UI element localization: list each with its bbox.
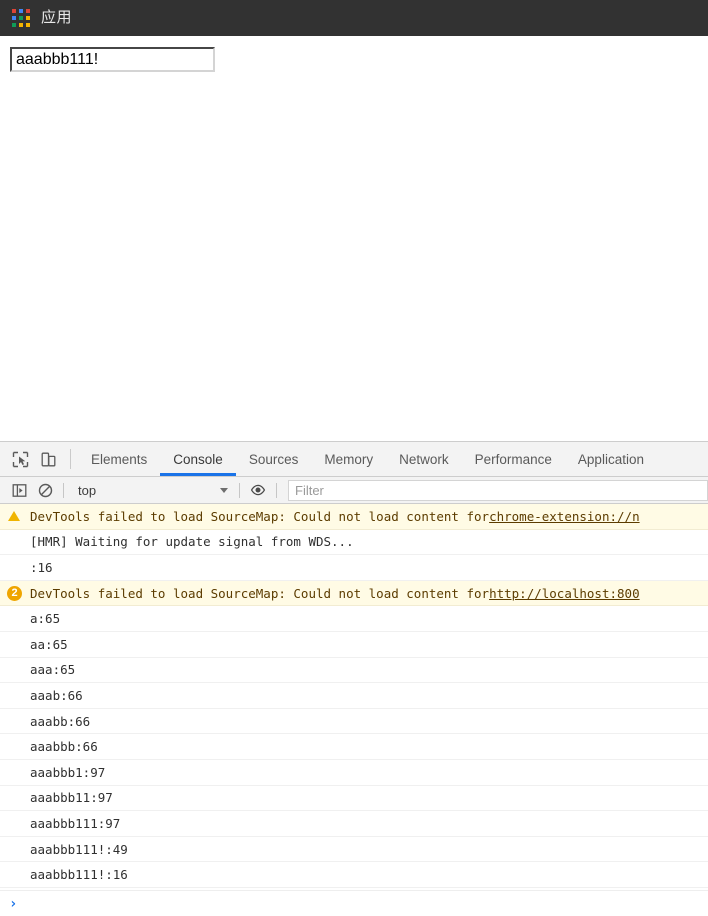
console-message-row[interactable]: aaab:66: [0, 683, 708, 709]
console-message-row[interactable]: 2 DevTools failed to load SourceMap: Coul…: [0, 580, 708, 607]
device-toolbar-icon: [41, 452, 55, 466]
inspect-element-icon: [12, 451, 28, 467]
console-message-row[interactable]: aaabbb11:97: [0, 786, 708, 812]
toolbar-divider: [70, 449, 71, 469]
apps-shortcut[interactable]: 应用: [0, 4, 80, 32]
apps-grid-cell-0: [12, 9, 16, 13]
prompt-caret-icon: ›: [9, 895, 18, 912]
console-message-row[interactable]: a:65: [0, 606, 708, 632]
device-toolbar-button[interactable]: [34, 442, 62, 476]
tab-label: Application: [577, 451, 644, 467]
page-viewport: [0, 36, 708, 441]
apps-grid-cell-3: [12, 16, 16, 20]
apps-grid-cell-2: [26, 9, 30, 13]
message-text: DevTools failed to load SourceMap: Could…: [30, 508, 490, 524]
message-text: aa:65: [30, 636, 68, 652]
console-message-row[interactable]: aaabbb1:97: [0, 760, 708, 786]
message-text: aaa:65: [30, 662, 76, 678]
apps-shortcut-label: 应用: [41, 9, 73, 26]
console-prompt-row[interactable]: ›: [0, 890, 708, 916]
apps-grid-cell-6: [12, 23, 16, 27]
clear-console-icon: [38, 483, 52, 497]
console-prompt-input[interactable]: [17, 891, 708, 916]
tab-elements[interactable]: Elements: [78, 442, 160, 476]
tab-label: Sources: [248, 451, 299, 467]
message-text: :16: [30, 559, 53, 575]
message-text: aaab:66: [30, 687, 83, 703]
apps-grid-cell-8: [26, 23, 30, 27]
clear-console-button[interactable]: [32, 477, 58, 503]
devtools-panel: Elements Console Sources Memory Network Perfo…: [0, 441, 708, 916]
console-message-row[interactable]: DevTools failed to load SourceMap: Could…: [0, 504, 708, 530]
message-text: aaabbb111!:16: [30, 867, 128, 883]
console-message-list[interactable]: DevTools failed to load SourceMap: Could…: [0, 504, 708, 890]
message-text: a:65: [30, 611, 61, 627]
tab-memory[interactable]: Memory: [311, 442, 386, 476]
console-toolbar-divider-1: [63, 482, 64, 498]
console-message-row[interactable]: [HMR] Waiting for update signal from WDS…: [0, 530, 708, 556]
console-toolbar-divider-2: [239, 482, 240, 498]
live-expression-icon: [250, 484, 266, 496]
apps-grid-cell-7: [19, 23, 23, 27]
filter-input[interactable]: [288, 479, 708, 501]
apps-grid-cell-4: [19, 16, 23, 20]
text-input[interactable]: [10, 47, 215, 72]
console-sidebar-icon: [12, 483, 26, 497]
message-text: aaabbb111:97: [30, 815, 121, 831]
execution-context-select[interactable]: top: [69, 480, 234, 500]
message-text: aaabbb1:97: [30, 764, 106, 780]
console-message-row[interactable]: :16: [0, 555, 708, 581]
console-message-row[interactable]: aa:65: [0, 632, 708, 658]
message-source-link[interactable]: chrome-extension://n: [489, 509, 640, 524]
message-badge-slot: [8, 511, 30, 522]
inspect-element-button[interactable]: [6, 442, 34, 476]
warning-triangle-icon: [8, 511, 20, 522]
console-toolbar-divider-3: [276, 482, 277, 498]
devtools-tabstrip: Elements Console Sources Memory Network Perfo…: [0, 442, 708, 477]
tab-label: Performance: [474, 451, 552, 467]
chevron-down-icon: [220, 487, 228, 493]
message-text: aaabbb111!:49: [30, 841, 128, 857]
console-message-row[interactable]: aaabbb111!:16: [0, 862, 708, 888]
message-badge-slot: 2: [7, 585, 30, 601]
message-text: [HMR] Waiting for update signal from WDS…: [30, 534, 354, 550]
tab-label: Elements: [91, 451, 148, 467]
message-text: aaabb:66: [30, 713, 91, 729]
console-message-row[interactable]: aaabbb:66: [0, 734, 708, 760]
tab-console[interactable]: Console: [160, 442, 236, 476]
tab-sources[interactable]: Sources: [236, 442, 312, 476]
apps-grid-cell-5: [26, 16, 30, 20]
message-count-badge: 2: [7, 585, 22, 601]
tab-network[interactable]: Network: [386, 442, 462, 476]
console-message-row[interactable]: aaa:65: [0, 658, 708, 684]
message-text: DevTools failed to load SourceMap: Could…: [30, 585, 490, 601]
message-text: aaabbb:66: [30, 739, 98, 755]
browser-bookmarks-bar: 应用: [0, 0, 708, 36]
console-sidebar-button[interactable]: [6, 477, 32, 503]
tab-performance[interactable]: Performance: [462, 442, 565, 476]
live-expression-button[interactable]: [245, 477, 271, 503]
console-message-row[interactable]: aaabbb111!:49: [0, 837, 708, 863]
apps-grid-icon: [12, 9, 30, 27]
message-source-link[interactable]: http://localhost:800: [489, 586, 640, 601]
tab-label: Memory: [324, 451, 374, 467]
console-message-row[interactable]: aaabbb111:97: [0, 811, 708, 837]
tab-application[interactable]: Application: [565, 442, 657, 476]
tab-label: Console: [173, 451, 223, 467]
message-text: aaabbb11:97: [30, 790, 113, 806]
console-toolbar: top: [0, 477, 708, 504]
execution-context-value: top: [78, 482, 97, 498]
console-message-row[interactable]: aaabb:66: [0, 709, 708, 735]
apps-grid-cell-1: [19, 9, 23, 13]
tab-label: Network: [399, 451, 449, 467]
